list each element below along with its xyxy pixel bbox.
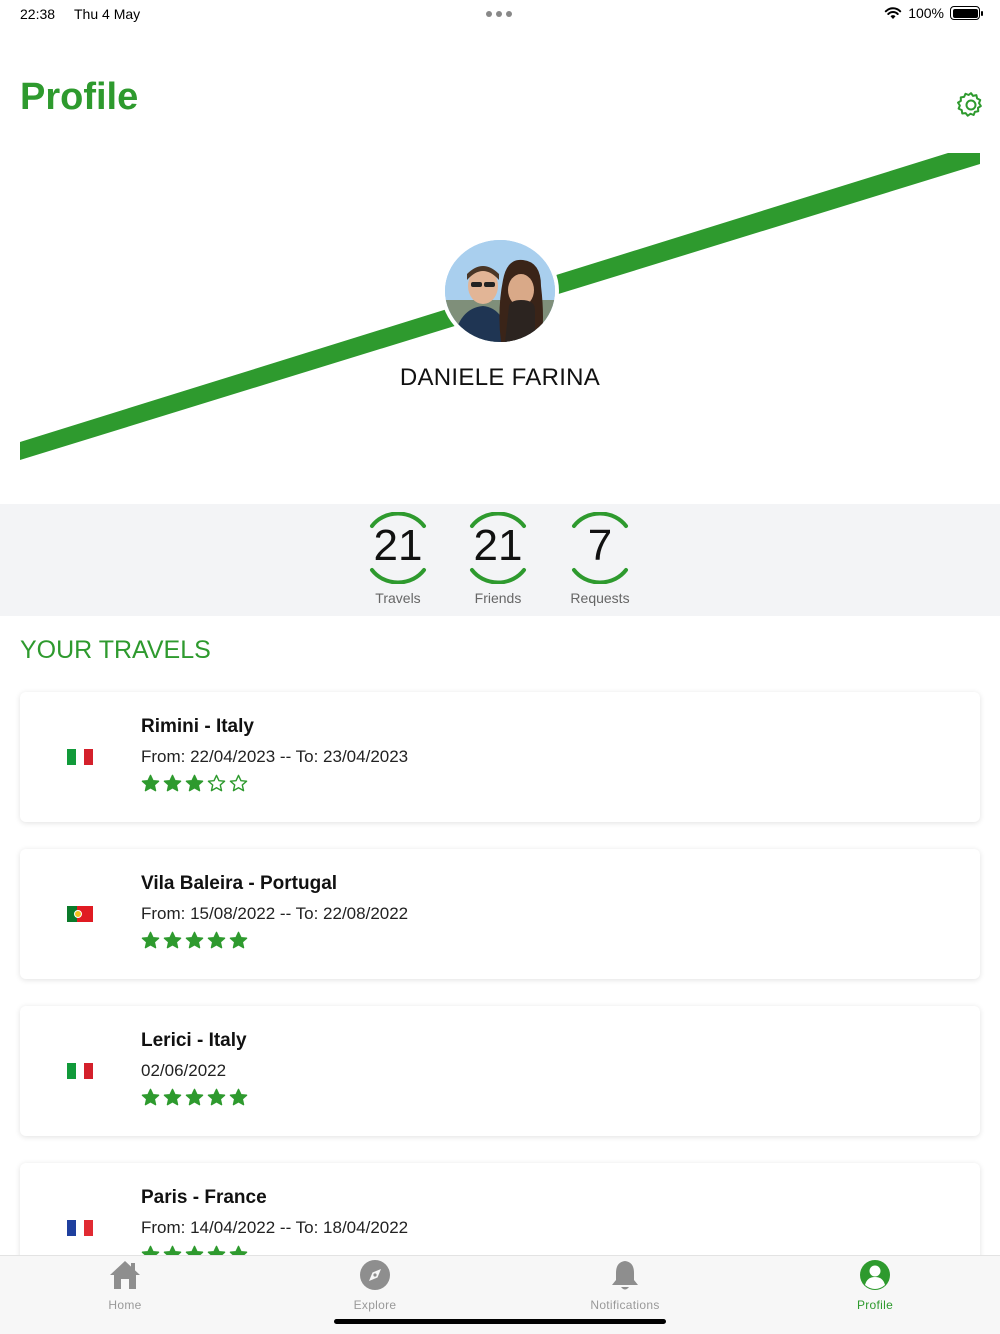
star-filled-icon <box>141 1088 160 1106</box>
star-filled-icon <box>229 1088 248 1106</box>
status-date: Thu 4 May <box>74 6 141 22</box>
status-bar: 22:38 Thu 4 May 100% <box>0 0 1000 28</box>
star-filled-icon <box>141 931 160 949</box>
france-flag-icon <box>67 1220 94 1236</box>
travel-dates: From: 22/04/2023 -- To: 23/04/2023 <box>141 747 409 766</box>
avatar-photo <box>445 240 555 342</box>
battery-icon <box>950 6 983 20</box>
stat-friends[interactable]: 21 Friends <box>448 512 548 606</box>
stat-label: Requests <box>570 590 630 606</box>
rating-stars <box>141 774 248 793</box>
home-indicator[interactable] <box>334 1319 666 1324</box>
star-filled-icon <box>163 774 182 792</box>
italy-flag-icon <box>67 749 94 765</box>
rating-stars <box>141 1088 248 1107</box>
stat-label: Travels <box>375 590 421 606</box>
home-icon <box>110 1261 140 1289</box>
travel-dates: 02/06/2022 <box>141 1061 227 1080</box>
travel-dates: From: 15/08/2022 -- To: 22/08/2022 <box>141 904 409 923</box>
travel-card[interactable]: Lerici - Italy 02/06/2022 <box>20 1006 980 1136</box>
rating-stars <box>141 931 248 950</box>
status-time: 22:38 <box>20 6 56 22</box>
tab-profile[interactable]: Profile <box>805 1258 945 1312</box>
travel-place: Lerici - Italy <box>141 1030 247 1051</box>
battery-percent: 100% <box>908 5 944 21</box>
tab-label: Notifications <box>590 1298 660 1312</box>
gear-icon[interactable] <box>956 90 986 120</box>
profile-name: DANIELE FARINA <box>399 364 601 391</box>
star-filled-icon <box>207 931 226 949</box>
stat-travels[interactable]: 21 Travels <box>348 512 448 606</box>
tab-label: Home <box>108 1298 142 1312</box>
stat-label: Friends <box>474 590 522 606</box>
avatar[interactable] <box>441 236 559 346</box>
stat-value: 7 <box>587 521 613 570</box>
bell-icon <box>612 1261 638 1290</box>
tab-label: Explore <box>353 1298 397 1312</box>
multitasking-dots-icon[interactable] <box>486 11 512 17</box>
tab-home[interactable]: Home <box>55 1258 195 1312</box>
section-title: YOUR TRAVELS <box>20 636 211 664</box>
wifi-icon <box>884 7 902 19</box>
stat-requests[interactable]: 7 Requests <box>550 512 650 606</box>
travel-place: Vila Baleira - Portugal <box>141 873 338 894</box>
portugal-flag-icon <box>67 906 93 922</box>
italy-flag-icon <box>67 1063 94 1079</box>
stat-value: 21 <box>373 521 423 570</box>
star-filled-icon <box>207 1088 226 1106</box>
star-filled-icon <box>163 1088 182 1106</box>
travel-dates: From: 14/04/2022 -- To: 18/04/2022 <box>141 1218 409 1237</box>
star-filled-icon <box>185 1088 204 1106</box>
stat-value: 21 <box>473 521 523 570</box>
star-filled-icon <box>163 931 182 949</box>
star-outline-icon <box>229 774 248 792</box>
travel-place: Paris - France <box>141 1187 267 1208</box>
star-filled-icon <box>141 774 160 792</box>
tab-notifications[interactable]: Notifications <box>555 1258 695 1312</box>
page-title: Profile <box>20 76 139 118</box>
status-right: 100% <box>884 5 983 21</box>
stats-bar: 21 Travels 21 Friends 7 Requests <box>0 504 1000 616</box>
travel-card[interactable]: Vila Baleira - Portugal From: 15/08/2022… <box>20 849 980 979</box>
tab-label: Profile <box>856 1298 894 1312</box>
tab-explore[interactable]: Explore <box>305 1258 445 1312</box>
travel-place: Rimini - Italy <box>141 716 254 737</box>
star-outline-icon <box>207 774 226 792</box>
star-filled-icon <box>185 774 204 792</box>
travel-card[interactable]: Rimini - Italy From: 22/04/2023 -- To: 2… <box>20 692 980 822</box>
star-filled-icon <box>185 931 204 949</box>
person-icon <box>860 1260 890 1290</box>
star-filled-icon <box>229 931 248 949</box>
compass-icon <box>360 1260 390 1290</box>
